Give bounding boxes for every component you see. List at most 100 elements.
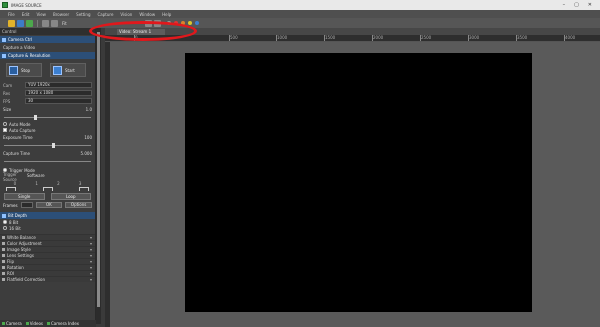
menu-setting[interactable]: Setting [76,12,90,17]
tick-label: 3 [78,181,82,186]
slider-track [4,161,91,162]
sidebar-bottom-tabs: Camera Videos Camera Index [0,320,96,327]
size-slider[interactable] [4,114,91,120]
ruler-tick: 4000 [563,35,576,41]
trigger-source-select[interactable]: Software [25,174,92,180]
video-icon[interactable] [51,19,58,27]
stop-icon [9,65,18,75]
close-button[interactable]: ✕ [588,2,592,8]
section-capture-resolution[interactable]: Capture & Resolution [0,52,95,59]
ruler-tick: 1500 [323,35,336,41]
trigger-source-row: Trigger Source Software [0,172,95,182]
tick-label: 0 [13,181,17,186]
folder-icon[interactable] [8,19,15,27]
video-viewport[interactable] [185,53,532,312]
size-label: Size [3,106,12,112]
menu-browser[interactable]: Browser [53,12,69,17]
ruler-tick: 2500 [419,35,432,41]
frames-row: Frames OK Options [0,201,95,209]
auto-mode-label: Auto Mode [9,121,31,127]
play-icon [53,65,62,75]
menu-window[interactable]: Window [139,12,155,17]
record-icon[interactable] [42,19,49,27]
setting-row: FPS 30 [0,97,95,105]
slider-thumb[interactable] [34,115,37,120]
resolution-select[interactable]: 1920 x 1080 [25,90,92,96]
stop-button[interactable]: Stop [6,63,42,77]
tick-label: 1 [35,181,38,186]
tab-camera[interactable]: Camera [2,321,22,326]
sidebar-scrollbar[interactable] [96,28,101,324]
range-bracket[interactable] [6,187,16,191]
bit-8-label: 8 Bit [9,219,19,225]
capture-time-row: Capture Time 5.000 [0,149,95,157]
maximize-button[interactable]: ▢ [574,2,579,8]
videos-tab-icon [25,322,29,325]
options-button[interactable]: Options [65,202,93,208]
tab-camera-index[interactable]: Camera Index [47,321,79,326]
exposure-slider[interactable] [4,142,91,148]
blue-dot-icon[interactable] [194,21,199,25]
list-item-flatfield[interactable]: Flatfield Correction [0,276,95,283]
sidebar-header: Control [0,28,95,35]
stop-label: Stop [21,67,31,73]
ruler-tick: 3500 [515,35,528,41]
exposure-value: 100 [84,134,92,140]
capture-time-slider[interactable] [4,158,91,164]
auto-mode-radio[interactable] [3,122,7,126]
start-button[interactable]: Start [50,63,86,77]
yellow-dot-icon[interactable] [187,21,192,25]
menu-vision[interactable]: Vision [120,12,132,17]
ruler-tick: 500 [229,35,238,41]
scrollbar-thumb[interactable] [97,32,100,307]
window-controls: – ▢ ✕ [563,2,592,8]
exposure-row: Exposure Time 100 [0,133,95,141]
toolbar-separator [37,19,38,27]
row-label: Res [3,90,11,96]
slider-thumb[interactable] [52,143,55,148]
bit-8-radio[interactable] [3,220,7,224]
ruler-tick: 3000 [467,35,480,41]
zoom-text[interactable]: Fit [62,21,67,26]
capture-time-value: 5.000 [80,150,92,156]
menu-view[interactable]: View [36,12,46,17]
menu-capture[interactable]: Capture [98,12,114,17]
camera-subtitle-text: Capture a Video [3,44,36,50]
title-bar: IMAGE SOURCE – ▢ ✕ [0,0,600,10]
section-camera-ctrl[interactable]: Camera Ctrl [0,36,95,43]
ruler-tick: 2000 [371,35,384,41]
menu-edit[interactable]: Edit [22,12,30,17]
single-button[interactable]: Single [4,193,45,200]
camera-tab-icon [2,322,5,325]
start-label: Start [65,67,75,73]
size-value: 1.0 [85,106,92,112]
minimize-button[interactable]: – [563,2,566,8]
image-icon[interactable] [26,19,33,27]
single-loop-group: Single Loop [0,192,95,201]
loop-button[interactable]: Loop [50,193,91,200]
camera-index-tab-icon [47,322,50,325]
tab-label: Camera Index [51,321,79,326]
app-icon [2,2,8,8]
camera-select[interactable]: YUV 1920x [25,82,92,88]
tick-label: 2 [57,181,60,186]
menu-help[interactable]: Help [162,12,171,17]
annotation-ellipse [89,21,197,41]
menu-file[interactable]: File [8,12,15,17]
frames-ok-button[interactable]: OK [35,202,63,208]
frames-input[interactable] [20,202,33,208]
save-icon[interactable] [17,19,24,27]
fps-select[interactable]: 30 [25,98,92,104]
auto-capture-checkbox[interactable] [3,128,7,132]
bit-16-label: 16 Bit [9,225,21,231]
image-canvas-area[interactable] [110,42,600,327]
slider-track [4,117,91,118]
bit-16-radio[interactable] [3,226,7,230]
tab-videos[interactable]: Videos [25,321,43,326]
window-title: IMAGE SOURCE [11,2,42,8]
menu-bar: File Edit View Browser Setting Capture V… [0,10,600,18]
range-bracket[interactable] [42,187,53,191]
section-bit-depth[interactable]: Bit Depth [0,212,95,219]
row-label: Cam [3,82,13,88]
range-bracket[interactable] [79,187,89,191]
